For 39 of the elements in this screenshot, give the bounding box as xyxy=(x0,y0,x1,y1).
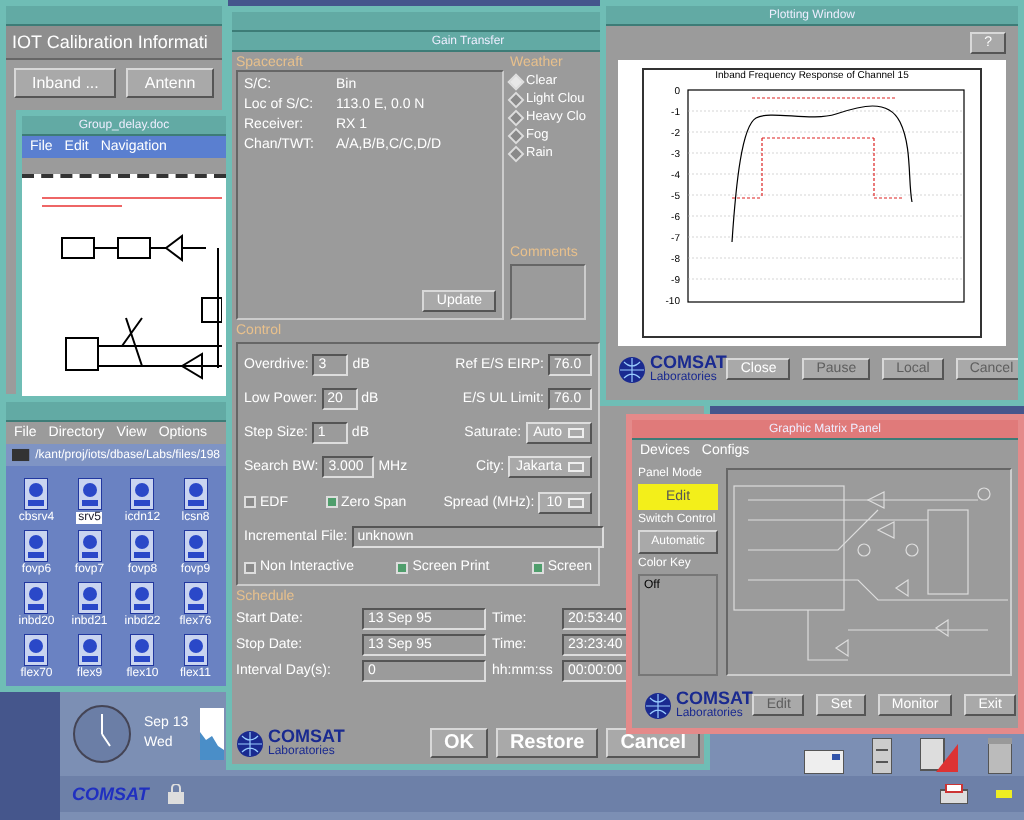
file-icon[interactable] xyxy=(183,634,208,666)
comments-field[interactable] xyxy=(510,264,586,320)
dialog-button[interactable]: OK xyxy=(429,728,488,758)
logo-name: COMSAT xyxy=(268,728,345,746)
logo-name: COMSAT xyxy=(676,690,753,708)
envelope-icon[interactable] xyxy=(804,750,844,774)
drafting-tools-icon[interactable] xyxy=(920,738,960,774)
file-icon[interactable] xyxy=(24,478,49,510)
logo-name: COMSAT xyxy=(650,354,727,372)
file-icon[interactable] xyxy=(130,634,155,666)
clock-icon xyxy=(72,703,132,763)
file-icon[interactable] xyxy=(24,530,49,562)
file-icon[interactable] xyxy=(183,530,208,562)
globe-logo-icon xyxy=(236,729,264,757)
file-icon[interactable] xyxy=(24,582,49,614)
file-icon[interactable] xyxy=(130,530,155,562)
load-graph-drawing xyxy=(200,707,225,759)
window-heading: IOT Calibration Informati xyxy=(6,26,222,60)
file-icon[interactable] xyxy=(130,582,155,614)
globe-logo-icon xyxy=(644,691,672,719)
trash-icon[interactable] xyxy=(988,738,1012,774)
brand-logo: COMSAT xyxy=(72,784,149,804)
file-icon[interactable] xyxy=(77,634,102,666)
file-icon[interactable] xyxy=(183,582,208,614)
file-icon[interactable] xyxy=(130,478,155,510)
file-icon[interactable] xyxy=(183,478,208,510)
indicator-light-icon xyxy=(996,790,1012,798)
printer-icon[interactable] xyxy=(940,784,968,804)
lock-icon[interactable] xyxy=(168,784,185,804)
file-icon[interactable] xyxy=(77,478,102,510)
file-icon[interactable] xyxy=(24,634,49,666)
dialog-button[interactable]: Restore xyxy=(495,728,599,758)
folder-icon xyxy=(12,448,30,462)
file-icon[interactable] xyxy=(77,582,102,614)
window-button[interactable]: Antenn xyxy=(126,68,214,98)
file-icon[interactable] xyxy=(77,530,102,562)
globe-logo-icon xyxy=(618,355,646,383)
window-button[interactable]: Inband ... xyxy=(14,68,117,98)
cabinet-icon[interactable] xyxy=(872,738,892,774)
